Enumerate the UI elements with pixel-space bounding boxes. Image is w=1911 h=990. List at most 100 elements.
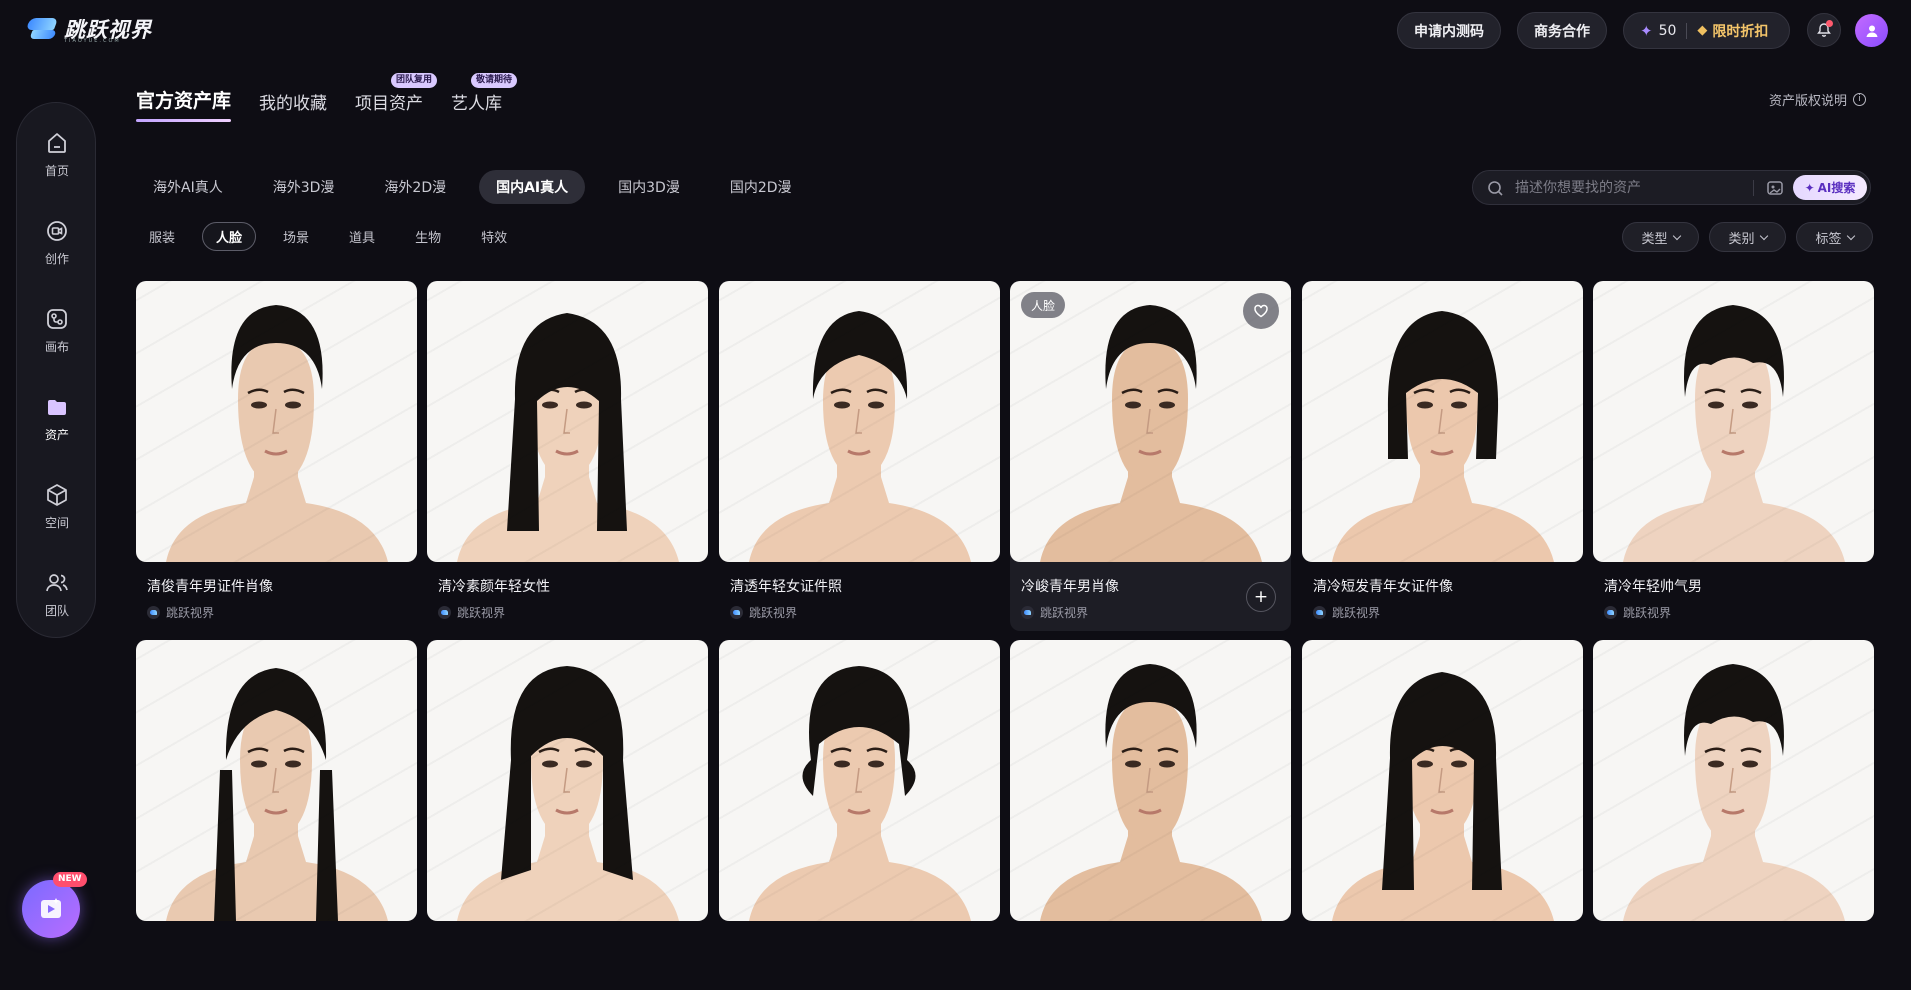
watermark bbox=[1010, 640, 1291, 921]
region-tab-overseas-3d[interactable]: 海外3D漫 bbox=[256, 170, 352, 204]
sidebar-item-label: 资产 bbox=[44, 427, 69, 442]
brand-subtitle: TIAOYUE.COM bbox=[64, 38, 121, 44]
asset-card[interactable]: 清俊青年男证件肖像 跳跃视界 bbox=[136, 281, 417, 631]
watermark bbox=[1302, 640, 1583, 921]
user-avatar[interactable] bbox=[1855, 14, 1888, 47]
asset-thumbnail[interactable] bbox=[136, 640, 417, 921]
image-search-icon[interactable] bbox=[1766, 179, 1784, 197]
asset-thumbnail[interactable] bbox=[1302, 640, 1583, 921]
asset-author: 跳跃视界 bbox=[1313, 604, 1380, 621]
sparkle-icon: ✦ bbox=[1804, 180, 1815, 195]
asset-thumbnail[interactable] bbox=[136, 281, 417, 562]
asset-thumbnail[interactable] bbox=[719, 281, 1000, 562]
cube-icon bbox=[47, 483, 67, 506]
tab-project-assets[interactable]: 项目资产 团队复用 bbox=[355, 73, 438, 123]
asset-author: 跳跃视界 bbox=[1604, 604, 1671, 621]
promo-label: 限时折扣 bbox=[1712, 23, 1769, 40]
asset-card[interactable] bbox=[719, 640, 1000, 990]
search-input[interactable] bbox=[1515, 177, 1745, 199]
filter-tag-dropdown[interactable]: 标签 bbox=[1796, 222, 1873, 252]
info-icon: i bbox=[1853, 93, 1867, 106]
asset-card[interactable] bbox=[427, 640, 708, 990]
category-tab-face[interactable]: 人脸 bbox=[202, 222, 257, 251]
asset-thumbnail[interactable] bbox=[1593, 281, 1874, 562]
sidebar-item-label: 画布 bbox=[44, 339, 69, 354]
chevron-down-icon bbox=[1759, 231, 1768, 240]
region-tab-domestic-3d[interactable]: 国内3D漫 bbox=[601, 170, 697, 204]
watermark bbox=[427, 281, 708, 562]
region-tab-domestic-2d[interactable]: 国内2D漫 bbox=[713, 170, 809, 204]
asset-card[interactable]: 清冷短发青年女证件像 跳跃视界 bbox=[1302, 281, 1583, 631]
copyright-info-link[interactable]: 资产版权说明 i bbox=[1769, 90, 1867, 109]
brand-logo-icon bbox=[730, 606, 743, 619]
notification-dot bbox=[1826, 20, 1833, 27]
sidebar-item-create[interactable]: 创作 bbox=[17, 207, 97, 277]
sidebar-item-home[interactable]: 首页 bbox=[17, 119, 97, 189]
asset-card[interactable] bbox=[136, 640, 417, 990]
author-name: 跳跃视界 bbox=[1332, 606, 1381, 620]
brand-logo[interactable]: 跳跃视界 TIAOYUE.COM bbox=[25, 14, 152, 44]
watermark bbox=[136, 640, 417, 921]
ai-search-label: AI搜索 bbox=[1817, 181, 1856, 195]
filter-label: 类型 bbox=[1641, 231, 1668, 247]
category-tab-creatures[interactable]: 生物 bbox=[402, 222, 454, 251]
add-asset-button[interactable]: + bbox=[1246, 582, 1276, 612]
new-feature-button[interactable] bbox=[22, 880, 80, 938]
watermark bbox=[136, 281, 417, 562]
team-icon bbox=[46, 573, 68, 591]
heart-icon bbox=[1254, 304, 1268, 318]
author-name: 跳跃视界 bbox=[166, 606, 215, 620]
asset-card[interactable]: 人脸 冷峻青年男肖像 跳跃视界 + bbox=[1010, 281, 1291, 631]
region-tab-overseas-ai-real[interactable]: 海外AI真人 bbox=[136, 170, 240, 204]
search-icon bbox=[1488, 181, 1503, 196]
tab-artist-library[interactable]: 艺人库 敬请期待 bbox=[451, 73, 518, 123]
sidebar: 首页 创作 画布 资产 空间 团队 bbox=[16, 102, 96, 638]
filter-category-dropdown[interactable]: 类别 bbox=[1709, 222, 1786, 252]
asset-card[interactable] bbox=[1302, 640, 1583, 990]
watermark bbox=[1302, 281, 1583, 562]
sparkle-icon: ✦ bbox=[1640, 21, 1653, 40]
author-name: 跳跃视界 bbox=[457, 606, 506, 620]
asset-card[interactable]: 清冷年轻帅气男 跳跃视界 bbox=[1593, 281, 1874, 631]
top-bar: 跳跃视界 TIAOYUE.COM 申请内测码 商务合作 ✦ 50 ◆ 限时折扣 bbox=[0, 0, 1911, 60]
asset-thumbnail[interactable] bbox=[427, 640, 708, 921]
filter-bar: 类型 类别 标签 bbox=[1622, 222, 1873, 252]
category-tab-scene[interactable]: 场景 bbox=[270, 222, 322, 251]
asset-thumbnail[interactable] bbox=[427, 281, 708, 562]
category-tab-props[interactable]: 道具 bbox=[336, 222, 388, 251]
sidebar-item-team[interactable]: 团队 bbox=[17, 559, 97, 629]
favorite-button[interactable] bbox=[1243, 293, 1279, 329]
asset-card[interactable]: 清冷素颜年轻女性 跳跃视界 bbox=[427, 281, 708, 631]
invite-code-button[interactable]: 申请内测码 bbox=[1397, 12, 1501, 49]
business-button[interactable]: 商务合作 bbox=[1517, 12, 1607, 49]
sidebar-item-label: 团队 bbox=[44, 603, 69, 618]
region-tab-domestic-ai-real[interactable]: 国内AI真人 bbox=[479, 170, 586, 204]
coming-soon-badge: 敬请期待 bbox=[471, 73, 518, 88]
asset-thumbnail[interactable] bbox=[1593, 640, 1874, 921]
category-tab-effects[interactable]: 特效 bbox=[468, 222, 520, 251]
tab-my-favorites[interactable]: 我的收藏 bbox=[259, 89, 327, 123]
camera-icon bbox=[47, 220, 67, 241]
category-tab-clothing[interactable]: 服装 bbox=[136, 222, 188, 251]
asset-thumbnail[interactable] bbox=[1302, 281, 1583, 562]
asset-card[interactable]: 清透年轻女证件照 跳跃视界 bbox=[719, 281, 1000, 631]
sidebar-item-assets[interactable]: 资产 bbox=[17, 383, 97, 453]
asset-thumbnail[interactable] bbox=[1010, 640, 1291, 921]
credits-promo-bar[interactable]: ✦ 50 ◆ 限时折扣 bbox=[1623, 12, 1790, 49]
ai-search-button[interactable]: ✦ AI搜索 bbox=[1793, 175, 1867, 200]
asset-thumbnail[interactable] bbox=[719, 640, 1000, 921]
watermark bbox=[427, 640, 708, 921]
asset-author: 跳跃视界 bbox=[730, 604, 797, 621]
filter-type-dropdown[interactable]: 类型 bbox=[1622, 222, 1699, 252]
sidebar-item-space[interactable]: 空间 bbox=[17, 471, 97, 541]
copyright-info-label: 资产版权说明 bbox=[1769, 94, 1848, 109]
asset-thumbnail[interactable]: 人脸 bbox=[1010, 281, 1291, 562]
asset-card[interactable] bbox=[1010, 640, 1291, 990]
notification-button[interactable] bbox=[1807, 13, 1841, 47]
watermark bbox=[1593, 281, 1874, 562]
tab-official-assets[interactable]: 官方资产库 bbox=[136, 86, 232, 122]
asset-card[interactable] bbox=[1593, 640, 1874, 990]
region-tab-overseas-2d[interactable]: 海外2D漫 bbox=[367, 170, 463, 204]
credits-count: 50 bbox=[1658, 22, 1677, 39]
sidebar-item-canvas[interactable]: 画布 bbox=[17, 295, 97, 365]
